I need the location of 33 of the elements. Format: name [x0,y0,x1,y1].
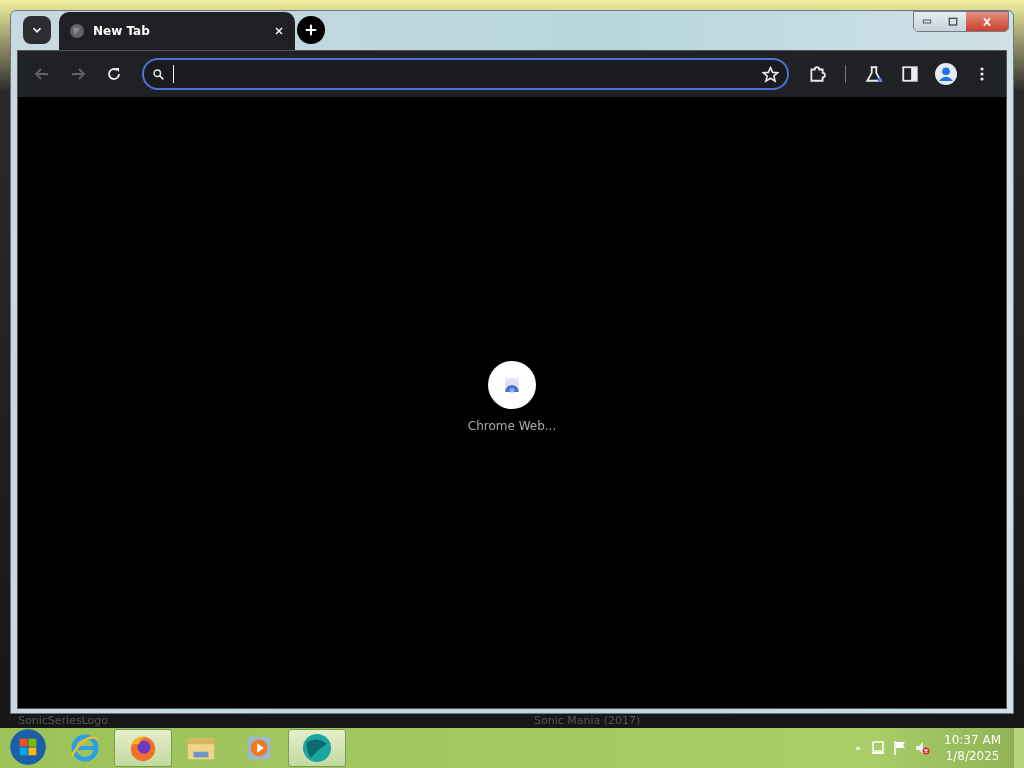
taskbar-button[interactable] [288,729,346,767]
side-panel-icon [901,65,919,83]
minimize-icon [921,19,933,24]
flask-icon [865,65,883,83]
desktop-icon-label: SonicSeriesLogo [18,714,109,728]
close-window-button[interactable] [966,12,1008,31]
desktop-icon-label: Sonic Mania (2017) [534,714,641,728]
taskbar-button[interactable] [114,729,172,767]
firefox-icon [128,733,158,763]
search-icon [152,67,165,81]
close-icon [981,15,993,28]
new-tab-button[interactable] [297,16,325,44]
back-arrow-icon [34,66,50,82]
avatar-icon [935,63,957,85]
close-tab-button[interactable] [273,25,285,37]
reload-icon [106,66,122,82]
start-button[interactable] [8,728,48,768]
address-bar[interactable] [142,58,789,90]
maximize-icon [947,15,959,28]
start-orb-icon [9,728,47,766]
tab-search-button[interactable] [23,16,51,44]
globe-icon [69,23,85,39]
forward-arrow-icon [70,66,86,82]
globe-icon [301,732,333,764]
plus-icon [304,23,318,37]
internet-explorer-icon [70,733,100,763]
shortcut-tile[interactable]: Chrome Web... [461,360,563,434]
browser-tab[interactable]: New Tab [59,12,295,50]
speaker-muted-icon[interactable] [914,740,931,756]
maximize-button[interactable] [940,12,966,31]
puzzle-icon [808,65,826,83]
star-icon[interactable] [762,65,779,83]
close-icon [273,25,285,37]
